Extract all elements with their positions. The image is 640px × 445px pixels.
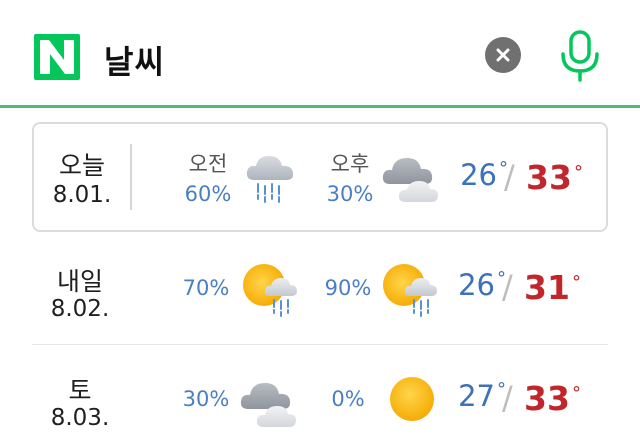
date-label: 8.02. <box>50 296 110 322</box>
high-temperature: 31 ° <box>524 268 581 307</box>
close-icon <box>496 48 510 62</box>
clear-search-button[interactable] <box>485 37 521 73</box>
forecast-row-tomorrow[interactable]: 내일 8.02. 70% 90% 26 ° / 31 ° <box>32 236 608 342</box>
date-label: 8.03. <box>50 405 110 431</box>
naver-logo-icon <box>40 40 74 74</box>
temp-separator: / <box>502 268 513 306</box>
forecast-row-today[interactable]: 오늘 8.01. 오전 60% 오후 30% 26 ° / 33 ° <box>32 122 608 232</box>
low-temp-value: 26 <box>458 268 495 302</box>
naver-logo[interactable] <box>34 34 80 80</box>
day-label: 내일 <box>56 267 103 296</box>
low-temp-value: 27 <box>458 379 495 413</box>
forecast-row-saturday[interactable]: 토 8.03. 30% 0% 27 ° / 33 ° <box>32 344 608 445</box>
pm-label: 오후 <box>330 152 370 176</box>
am-label: 오전 <box>188 152 228 176</box>
low-temperature: 26 ° <box>448 158 508 192</box>
am-precip-probability: 70% <box>182 276 230 300</box>
microphone-icon <box>561 30 599 82</box>
voice-search-button[interactable] <box>556 30 604 82</box>
cloudy-icon <box>380 144 444 208</box>
sun-cloud-rain-icon <box>238 256 302 320</box>
pm-precip-probability: 0% <box>331 387 365 411</box>
low-temp-value: 26 <box>460 158 497 192</box>
degree-symbol: ° <box>571 383 581 404</box>
date-label: 8.01. <box>52 182 112 208</box>
high-temperature: 33 ° <box>526 158 583 197</box>
cloud-rain-icon <box>240 144 304 208</box>
search-header: 날씨 <box>0 0 640 108</box>
row-divider <box>130 144 132 210</box>
cloudy-icon <box>238 369 302 433</box>
am-precip-probability: 30% <box>182 387 230 411</box>
am-precip-probability: 60% <box>184 182 232 206</box>
temp-separator: / <box>504 158 515 196</box>
temp-separator: / <box>502 379 513 417</box>
degree-symbol: ° <box>571 272 581 293</box>
search-query[interactable]: 날씨 <box>104 37 165 83</box>
high-temp-value: 33 <box>524 379 570 418</box>
day-label: 오늘 <box>58 151 105 180</box>
low-temperature: 26 ° <box>446 268 506 302</box>
high-temp-value: 31 <box>524 268 570 307</box>
day-label: 토 <box>68 376 92 405</box>
pm-precip-probability: 30% <box>326 182 374 206</box>
sunny-icon <box>380 367 444 431</box>
sun-cloud-rain-icon <box>378 256 442 320</box>
degree-symbol: ° <box>573 162 583 183</box>
high-temperature: 33 ° <box>524 379 581 418</box>
pm-precip-probability: 90% <box>324 276 372 300</box>
high-temp-value: 33 <box>526 158 572 197</box>
low-temperature: 27 ° <box>446 379 506 413</box>
